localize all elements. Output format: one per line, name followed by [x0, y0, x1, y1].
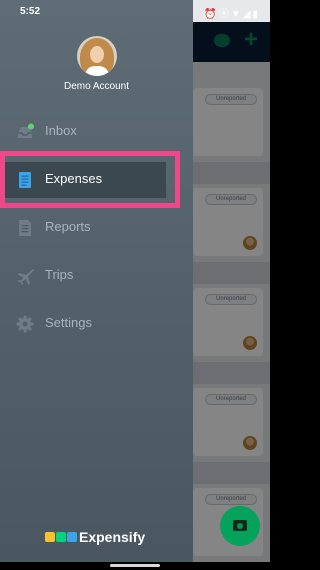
- annotation-highlight: [0, 151, 180, 208]
- wifi-icon: ▼: [230, 9, 243, 20]
- navigation-drawer: Demo Account Inbox Expenses Reports Trip…: [0, 0, 193, 562]
- menu-item-reports[interactable]: Reports: [0, 206, 193, 250]
- plane-icon: [17, 269, 34, 285]
- vibrate-icon: ⦿: [218, 9, 231, 20]
- logo-tile-plane: [67, 532, 77, 542]
- report-icon: [19, 220, 31, 236]
- menu-item-trips[interactable]: Trips: [0, 254, 193, 298]
- avatar-shirt: [85, 66, 109, 76]
- menu-item-label: Inbox: [45, 123, 77, 138]
- logo-tile-receipt: [56, 532, 66, 542]
- status-icons: ⏰⦿▼◢▮: [204, 5, 260, 20]
- alarm-icon: ⏰: [204, 9, 219, 20]
- home-gesture-handle[interactable]: [110, 564, 160, 567]
- inbox-icon: [18, 123, 34, 138]
- gear-icon: [16, 315, 34, 333]
- account-name: Demo Account: [63, 81, 130, 92]
- menu-item-label: Trips: [45, 267, 74, 282]
- avatar-face: [90, 46, 104, 63]
- logo-tiles: [45, 532, 78, 542]
- account-avatar[interactable]: [77, 36, 117, 76]
- menu-item-label: Reports: [45, 219, 91, 234]
- battery-icon: ▮: [252, 9, 260, 20]
- menu-item-label: Settings: [45, 315, 92, 330]
- menu-item-inbox[interactable]: Inbox: [0, 110, 193, 154]
- status-time: 5:52: [20, 6, 41, 17]
- logo-tile-car: [45, 532, 55, 542]
- system-nav-bar: [0, 562, 270, 570]
- brand-name: Expensify: [79, 529, 146, 545]
- menu-item-settings[interactable]: Settings: [0, 302, 193, 346]
- status-bar: 5:52 ⏰⦿▼◢▮: [0, 0, 270, 22]
- camera-icon: [233, 520, 247, 531]
- scan-receipt-button[interactable]: [220, 506, 260, 546]
